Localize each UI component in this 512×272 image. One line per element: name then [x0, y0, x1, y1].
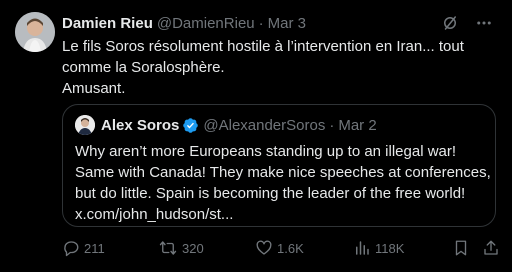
tweet-line: comme la Soralosphère. [62, 59, 225, 76]
tweet-header: Damien Rieu @DamienRieu · Mar 3 [62, 14, 306, 32]
like-icon [256, 240, 272, 255]
quoted-author-name[interactable]: Alex Soros [101, 117, 179, 134]
views-icon [356, 241, 369, 255]
repost-count: 320 [182, 240, 204, 256]
separator-dot: · [329, 116, 335, 134]
more-icon[interactable] [474, 13, 494, 33]
tweet-line: Amusant. [62, 80, 126, 97]
quoted-text: Why aren’t more Europeans standing up to… [75, 141, 493, 225]
quoted-avatar[interactable] [75, 115, 95, 135]
quoted-link[interactable]: x.com/john_hudson/st... [75, 204, 493, 225]
quoted-header: Alex Soros @AlexanderSoros · Mar 2 [75, 115, 377, 135]
bookmark-button[interactable] [452, 236, 474, 260]
quoted-line: Same with Canada! They make nice speeche… [75, 164, 491, 181]
author-avatar[interactable] [15, 12, 55, 52]
like-count: 1.6K [277, 240, 304, 256]
repost-icon [159, 241, 177, 255]
quoted-line: Why aren’t more Europeans standing up to… [75, 143, 457, 160]
views-count: 118K [375, 240, 405, 256]
bookmark-icon [455, 240, 467, 256]
reply-icon [64, 241, 79, 257]
tweet-line: Le fils Soros résolument hostile à l’int… [62, 38, 464, 55]
tweet-date[interactable]: Mar 3 [268, 15, 306, 32]
separator-dot: · [258, 14, 264, 32]
quoted-author-handle[interactable]: @AlexanderSoros [203, 117, 325, 134]
share-button[interactable] [482, 236, 504, 260]
top-actions [440, 13, 494, 33]
quoted-date[interactable]: Mar 2 [338, 117, 376, 134]
author-handle[interactable]: @DamienRieu [157, 15, 255, 32]
grok-icon[interactable] [440, 13, 460, 33]
quoted-line: but do little. Spain is becoming the lea… [75, 185, 466, 202]
reply-count: 211 [84, 240, 105, 256]
quoted-tweet[interactable]: Alex Soros @AlexanderSoros · Mar 2 Why a… [62, 104, 496, 227]
share-icon [484, 240, 498, 255]
like-button[interactable]: 1.6K [255, 236, 304, 260]
verified-badge-icon [182, 117, 199, 134]
tweet-text: Le fils Soros résolument hostile à l’int… [62, 36, 502, 99]
action-bar: 211 320 1.6K 118K [62, 236, 500, 260]
reply-button[interactable]: 211 [62, 236, 105, 260]
author-name[interactable]: Damien Rieu [62, 15, 153, 32]
repost-button[interactable]: 320 [158, 236, 204, 260]
views-button[interactable]: 118K [353, 236, 404, 260]
